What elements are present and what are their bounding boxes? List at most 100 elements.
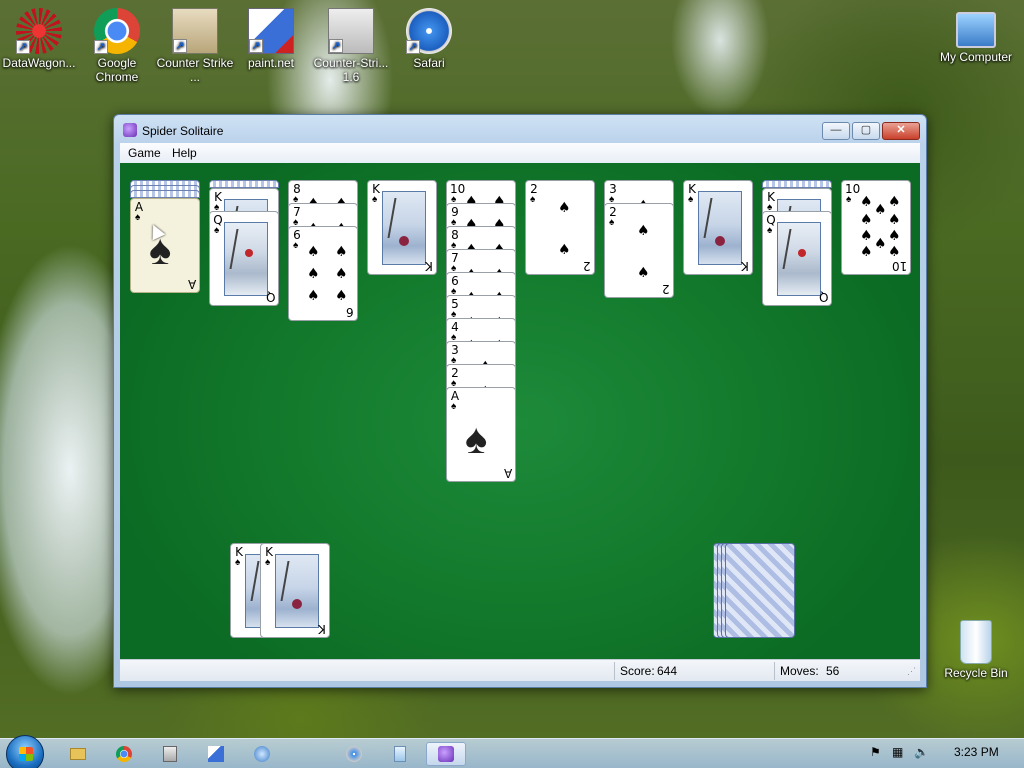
desktop-icon-label: Counter Strike ... (156, 56, 234, 84)
start-button[interactable] (6, 735, 44, 768)
card-rank: K (741, 259, 749, 273)
menu-game[interactable]: Game (128, 146, 161, 160)
spade-icon: ♠ (874, 236, 887, 252)
spade-icon: ♠ (637, 265, 650, 281)
taskbar-chrome-icon[interactable] (104, 742, 144, 766)
card[interactable]: K♠K (683, 180, 753, 275)
chrome-icon: ↗ (94, 8, 140, 54)
spade-icon: ♠ (307, 266, 320, 282)
spade-icon: ♠ (335, 244, 348, 260)
desktop-icon-chrome[interactable]: ↗ Google Chrome (78, 8, 156, 84)
spade-icon: ♠ (307, 288, 320, 304)
volume-icon[interactable]: 🔈 (914, 745, 929, 759)
menu-bar: Game Help (120, 143, 920, 163)
card[interactable]: Q ♠ Q (762, 211, 832, 306)
desktop-icon-label: DataWagon... (2, 56, 76, 70)
windows-logo-icon (19, 747, 33, 761)
spade-icon: ♠ (235, 557, 241, 568)
game-board[interactable]: A♠♠AK♠KQ♠Q8♠♠♠♠♠♠♠♠♠87♠♠♠♠♠♠♠♠76♠♠♠♠♠♠♠6… (120, 163, 920, 659)
taskbar-counter-strike-icon[interactable] (150, 742, 190, 766)
spade-icon: ♠ (860, 194, 873, 210)
card[interactable]: A ♠ ♠ A (446, 387, 516, 482)
desktop-icon-label: My Computer (939, 50, 1013, 64)
card[interactable]: K♠K (260, 543, 330, 638)
score-label: Score: (620, 664, 655, 678)
card[interactable]: 10♠♠♠♠♠♠♠♠♠♠♠10 (841, 180, 911, 275)
taskbar-safari-icon[interactable] (334, 742, 374, 766)
king-artwork (275, 554, 319, 628)
face-down-card (130, 190, 200, 198)
menu-help[interactable]: Help (172, 146, 197, 160)
spade-icon: ♠ (888, 228, 901, 244)
minimize-button[interactable]: — (822, 122, 850, 140)
taskbar-notepad-icon[interactable] (380, 742, 420, 766)
desktop-icon-safari[interactable]: ↗ Safari (390, 8, 468, 70)
taskbar-explorer-icon[interactable] (58, 742, 98, 766)
window-title: Spider Solitaire (142, 124, 224, 138)
desktop-icon-recycle-bin[interactable]: Recycle Bin (936, 620, 1016, 680)
recycle-bin-icon (960, 620, 992, 664)
desktop-icon-label: Counter-Stri... 1.6 (313, 56, 389, 84)
close-button[interactable]: ✕ (882, 122, 920, 140)
desktop-icon-counter-strike-16[interactable]: ↗ Counter-Stri... 1.6 (312, 8, 390, 84)
card[interactable]: 2♠♠♠2 (525, 180, 595, 275)
title-bar[interactable]: Spider Solitaire — ▢ ✕ (114, 115, 926, 145)
card-rank: K (318, 622, 326, 636)
taskbar-media-icon[interactable] (242, 742, 282, 766)
card[interactable]: A ♠ ♠ A (130, 198, 200, 293)
moves-value: 56 (826, 664, 840, 678)
taskbar-paintnet-icon[interactable] (196, 742, 236, 766)
spade-icon: ♠ (558, 242, 571, 258)
spade-icon: ♠ (888, 212, 901, 228)
paintnet-icon: ↗ (248, 8, 294, 54)
stock-pile[interactable] (725, 543, 795, 638)
face-down-card (209, 180, 279, 188)
moves-label: Moves: (780, 664, 819, 678)
queen-artwork (777, 222, 821, 296)
spade-icon: ♠ (609, 217, 615, 228)
desktop-icon-counter-strike[interactable]: ↗ Counter Strike ... (156, 8, 234, 84)
spade-icon: ♠ (888, 194, 901, 210)
card[interactable]: Q ♠ Q (209, 211, 279, 306)
spade-icon: ♠ (465, 415, 488, 462)
spade-icon: ♠ (888, 244, 901, 260)
maximize-button[interactable]: ▢ (852, 122, 880, 140)
spade-icon: ♠ (135, 212, 141, 223)
spade-icon: ♠ (874, 202, 887, 218)
card-rank: 2 (583, 259, 591, 273)
safari-icon: ↗ (406, 8, 452, 54)
clock[interactable]: 3:23 PM (954, 745, 999, 759)
action-center-flag-icon[interactable]: ⚑ (870, 745, 881, 759)
spade-icon: ♠ (688, 194, 694, 205)
card-rank: 2 (662, 282, 670, 296)
spade-icon: ♠ (335, 266, 348, 282)
taskbar-spider-solitaire-icon[interactable] (426, 742, 466, 766)
spade-icon: ♠ (372, 194, 378, 205)
spade-icon: ♠ (530, 194, 536, 205)
desktop-icon-datawagon[interactable]: ↗ DataWagon... (0, 8, 78, 70)
score-value: 644 (657, 664, 678, 678)
king-artwork (698, 191, 742, 265)
status-bar: Score: 644 Moves: 56 ⋰ (120, 659, 920, 681)
desktop-icon-paintnet[interactable]: ↗ paint.net (232, 8, 310, 70)
card[interactable]: K♠K (367, 180, 437, 275)
datawagon-icon: ↗ (16, 8, 62, 54)
desktop-icon-my-computer[interactable]: My Computer (936, 8, 1016, 64)
card-rank: K (425, 259, 433, 273)
spade-icon: ♠ (307, 244, 320, 260)
card-rank: 6 (346, 305, 354, 319)
desktop-icon-label: Safari (413, 56, 445, 70)
resize-grip-icon[interactable]: ⋰ (907, 666, 916, 677)
spade-icon: ♠ (558, 200, 571, 216)
card[interactable]: 2♠♠♠2 (604, 203, 674, 298)
desktop-icon-label: paint.net (247, 56, 295, 70)
network-icon[interactable]: ▦ (892, 745, 903, 759)
spider-icon (123, 123, 137, 137)
spade-icon: ♠ (637, 223, 650, 239)
spade-icon: ♠ (860, 244, 873, 260)
spade-icon: ♠ (214, 225, 220, 236)
spade-icon: ♠ (860, 212, 873, 228)
card[interactable]: 6♠♠♠♠♠♠♠6 (288, 226, 358, 321)
desktop-icon-label: Recycle Bin (944, 666, 1008, 680)
face-down-card (762, 180, 832, 188)
